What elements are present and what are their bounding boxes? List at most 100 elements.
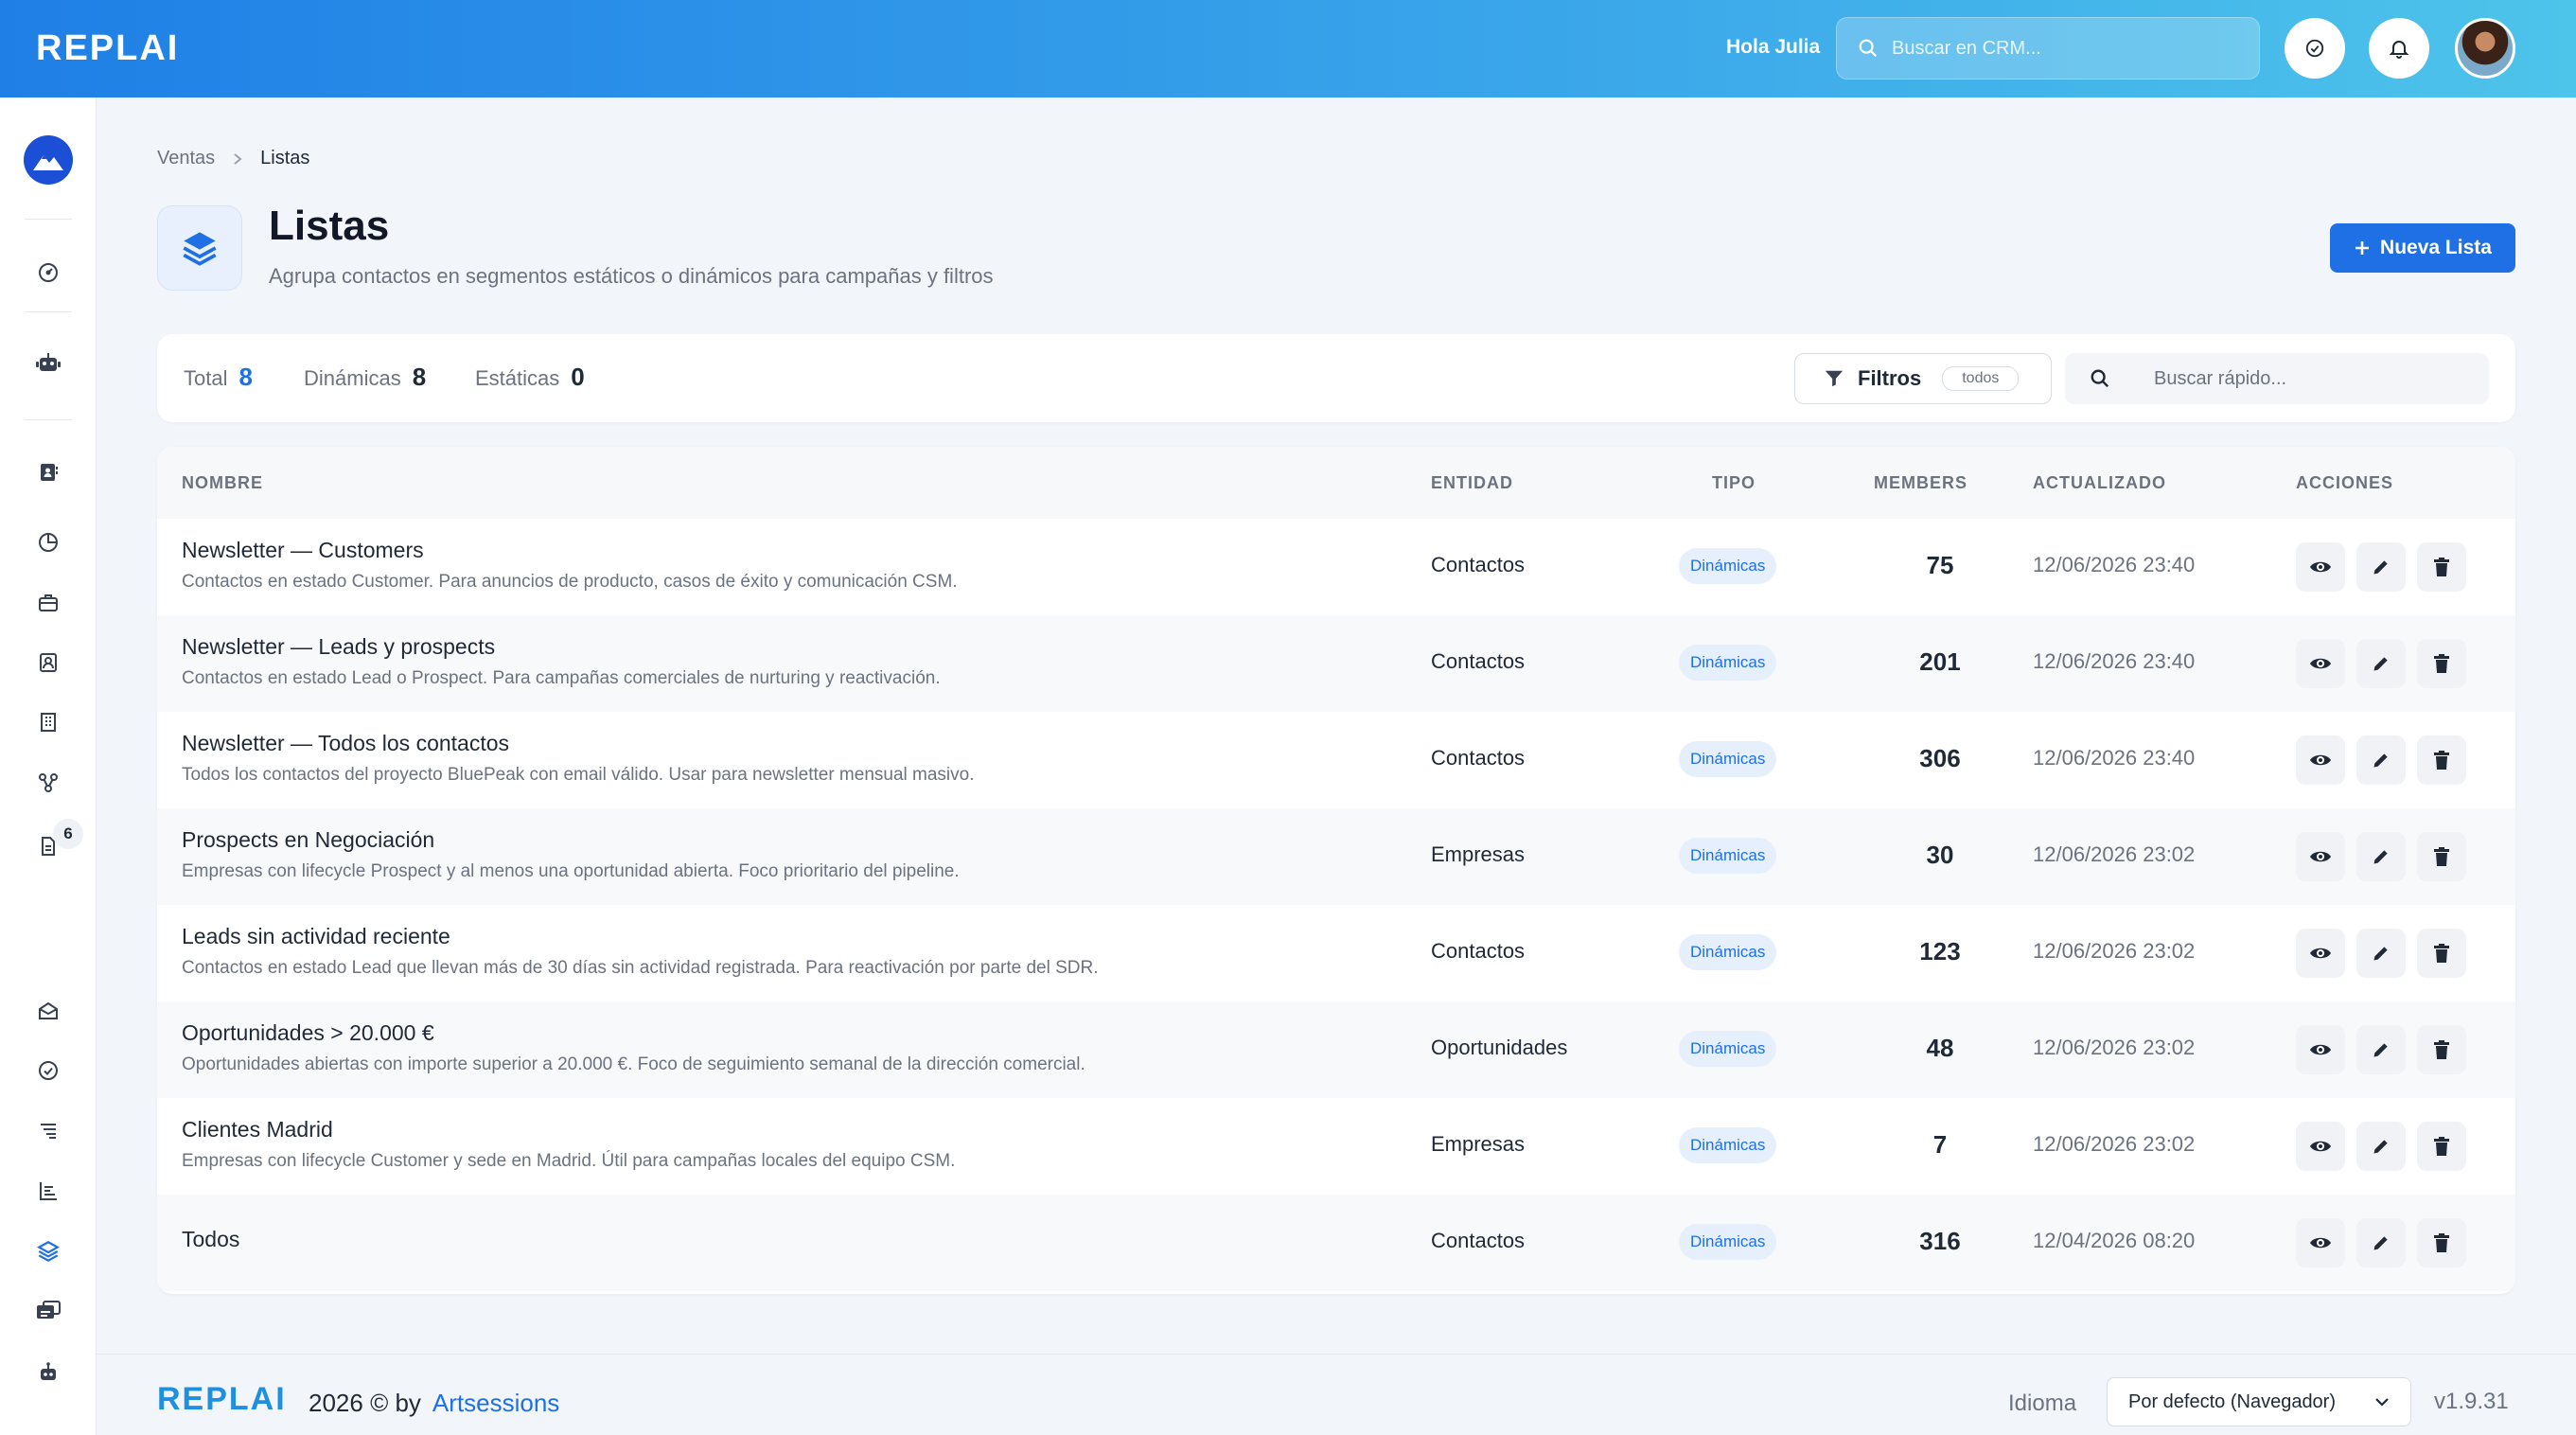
sidebar-item-companies[interactable] [31, 705, 65, 739]
list-icon [37, 1119, 60, 1142]
list-name[interactable]: Todos [182, 1227, 239, 1252]
col-type-header[interactable]: TIPO [1712, 473, 1756, 493]
delete-button[interactable] [2417, 1025, 2466, 1074]
flow-icon [37, 771, 60, 794]
quick-search[interactable] [2065, 353, 2489, 404]
delete-button[interactable] [2417, 639, 2466, 688]
view-button[interactable] [2296, 832, 2345, 881]
delete-button[interactable] [2417, 1122, 2466, 1171]
delete-button[interactable] [2417, 929, 2466, 978]
page-title: Listas [269, 203, 390, 249]
breadcrumb-current: Listas [260, 148, 310, 168]
col-members-header[interactable]: MEMBERS [1874, 473, 1967, 493]
user-avatar[interactable] [2455, 18, 2515, 79]
list-type-badge: Dinámicas [1679, 838, 1777, 874]
table-row[interactable]: Clientes Madrid Empresas con lifecycle Cu… [157, 1098, 2515, 1195]
sidebar-item-dashboard[interactable] [31, 256, 65, 290]
table-row[interactable]: Prospects en Negociación Empresas con lif… [157, 808, 2515, 905]
sidebar-item-bot[interactable] [31, 1355, 65, 1390]
list-type-badge: Dinámicas [1679, 741, 1777, 777]
list-members-count: 201 [1919, 647, 1961, 676]
edit-button[interactable] [2356, 639, 2406, 688]
list-members-count: 48 [1926, 1034, 1954, 1062]
filter-icon [1824, 368, 1844, 389]
chevron-right-icon [232, 152, 243, 166]
sidebar-item-activities[interactable] [31, 1113, 65, 1147]
sidebar-item-inbox[interactable] [31, 1295, 65, 1329]
trash-icon [2432, 653, 2451, 674]
edit-button[interactable] [2356, 542, 2406, 592]
notifications-button[interactable] [2369, 18, 2429, 79]
list-name[interactable]: Oportunidades > 20.000 € [182, 1020, 434, 1046]
list-name[interactable]: Clientes Madrid [182, 1117, 333, 1143]
delete-button[interactable] [2417, 542, 2466, 592]
list-entity: Contactos [1431, 939, 1526, 963]
edit-button[interactable] [2356, 929, 2406, 978]
workspace-logo[interactable] [24, 135, 73, 185]
table-row[interactable]: Newsletter — Customers Contactos en estad… [157, 519, 2515, 615]
new-list-button[interactable]: Nueva Lista [2330, 223, 2515, 273]
col-entity-header[interactable]: ENTIDAD [1431, 473, 1513, 493]
col-name-header[interactable]: NOMBRE [182, 473, 263, 493]
list-type-badge: Dinámicas [1679, 1224, 1777, 1260]
list-updated-date: 12/06/2026 23:40 [2033, 649, 2196, 673]
envelope-open-icon [37, 1000, 60, 1022]
delete-button[interactable] [2417, 735, 2466, 785]
app-logo[interactable]: REPLAI [36, 28, 179, 69]
sidebar-item-flows[interactable] [31, 766, 65, 800]
view-button[interactable] [2296, 1025, 2345, 1074]
table-row[interactable]: Oportunidades > 20.000 € Oportunidades ab… [157, 1001, 2515, 1098]
sidebar-item-reports[interactable] [31, 525, 65, 559]
table-row[interactable]: Leads sin actividad reciente Contactos en… [157, 905, 2515, 1001]
language-select[interactable]: Por defecto (Navegador) [2107, 1377, 2411, 1426]
sidebar: 6 [0, 97, 97, 1435]
sidebar-item-contacts[interactable] [31, 455, 65, 489]
delete-button[interactable] [2417, 1218, 2466, 1267]
stat-dynamic-label: Dinámicas [304, 366, 401, 390]
view-button[interactable] [2296, 1218, 2345, 1267]
list-name[interactable]: Leads sin actividad reciente [182, 924, 450, 949]
list-name[interactable]: Newsletter — Todos los contactos [182, 731, 509, 756]
list-description: Empresas con lifecycle Prospect y al men… [182, 861, 960, 881]
filters-button[interactable]: Filtros todos [1794, 353, 2052, 404]
view-button[interactable] [2296, 639, 2345, 688]
inbox-cards-icon [35, 1300, 62, 1324]
list-name[interactable]: Newsletter — Leads y prospects [182, 634, 495, 660]
table-row[interactable]: Newsletter — Leads y prospects Contactos … [157, 615, 2515, 712]
table-row[interactable]: Todos Contactos Dinámicas 316 12/04/2026 08:… [157, 1195, 2515, 1291]
edit-button[interactable] [2356, 1025, 2406, 1074]
sidebar-item-lists[interactable] [31, 1234, 65, 1268]
sidebar-item-pipeline[interactable] [31, 1174, 65, 1208]
sidebar-item-ai[interactable] [31, 346, 65, 381]
status-button[interactable] [2285, 18, 2345, 79]
stat-static-value: 0 [571, 363, 585, 391]
global-search-input[interactable] [1892, 37, 2232, 60]
edit-button[interactable] [2356, 735, 2406, 785]
view-button[interactable] [2296, 542, 2345, 592]
view-button[interactable] [2296, 735, 2345, 785]
edit-button[interactable] [2356, 832, 2406, 881]
dashboard-icon [37, 261, 60, 284]
edit-button[interactable] [2356, 1122, 2406, 1171]
breadcrumb-parent[interactable]: Ventas [157, 148, 215, 169]
sidebar-item-tasks[interactable] [31, 1054, 65, 1088]
sidebar-item-deals[interactable] [31, 586, 65, 620]
sidebar-item-people[interactable] [31, 646, 65, 680]
edit-button[interactable] [2356, 1218, 2406, 1267]
list-description: Oportunidades abiertas con importe super… [182, 1054, 1085, 1074]
footer-author-link[interactable]: Artsessions [432, 1389, 559, 1418]
col-updated-header[interactable]: ACTUALIZADO [2033, 473, 2166, 493]
delete-button[interactable] [2417, 832, 2466, 881]
quick-search-input[interactable] [2154, 367, 2457, 390]
view-button[interactable] [2296, 929, 2345, 978]
eye-icon [2309, 749, 2332, 771]
sidebar-item-email[interactable] [31, 994, 65, 1028]
global-search[interactable] [1836, 17, 2260, 80]
table-row[interactable]: Newsletter — Todos los contactos Todos lo… [157, 712, 2515, 808]
list-name[interactable]: Prospects en Negociación [182, 827, 434, 853]
view-button[interactable] [2296, 1122, 2345, 1171]
list-updated-date: 12/06/2026 23:02 [2033, 1132, 2196, 1156]
list-name[interactable]: Newsletter — Customers [182, 538, 424, 563]
check-circle-icon [2304, 38, 2325, 59]
list-entity: Oportunidades [1431, 1036, 1568, 1059]
